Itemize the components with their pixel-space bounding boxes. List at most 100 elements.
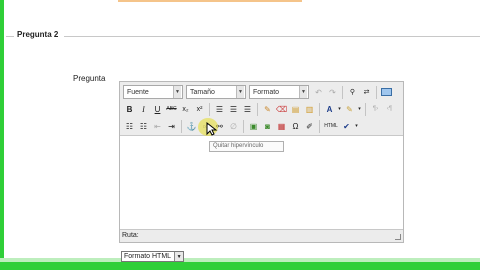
spellcheck-icon: ✔ bbox=[343, 121, 350, 131]
editor-statusbar: Ruta: bbox=[120, 229, 403, 242]
highlight-color-dropdown[interactable]: ▾ bbox=[357, 103, 362, 116]
binoculars-icon: ⚲ bbox=[349, 89, 356, 96]
toolbar-separator bbox=[243, 119, 244, 133]
chevron-down-icon: ▼ bbox=[299, 86, 307, 98]
chevron-down-icon: ▾ bbox=[355, 123, 358, 129]
align-right-button[interactable]: ☰ bbox=[241, 103, 254, 116]
superscript-button[interactable]: x² bbox=[193, 103, 206, 116]
path-label: Ruta: bbox=[122, 232, 139, 239]
toolbar-row-2: B I U ABC x₂ x² ☰ ☰ ☰ ✎ ⌫ ▤ ▥ A ▾ ✎ ▾ ¶›… bbox=[123, 101, 397, 117]
html-editor: Fuente ▼ Tamaño ▼ Formato ▼ ↶ ↷ ⚲ ⇄ B I bbox=[119, 81, 404, 243]
size-select[interactable]: Tamaño ▼ bbox=[186, 85, 246, 99]
outdent-icon: ⇤ bbox=[154, 121, 161, 131]
insert-image-button[interactable]: ▣ bbox=[247, 120, 260, 133]
cleanup-button[interactable]: ∅ bbox=[227, 120, 240, 133]
monitor-icon bbox=[381, 87, 392, 96]
find-button[interactable]: ⚲ bbox=[346, 86, 359, 99]
strikethrough-button[interactable]: ABC bbox=[165, 103, 178, 116]
format-block-select[interactable]: Formato ▼ bbox=[249, 85, 309, 99]
toolbar-separator bbox=[181, 119, 182, 133]
rtl-icon: ‹¶ bbox=[386, 106, 393, 112]
page-bottom-border bbox=[0, 262, 480, 270]
section-legend: Pregunta 2 bbox=[15, 30, 61, 39]
html-source-button[interactable]: HTML bbox=[323, 120, 339, 133]
page-left-border bbox=[0, 0, 4, 270]
toolbar-separator bbox=[319, 119, 320, 133]
chevron-down-icon: ▼ bbox=[173, 86, 181, 98]
toggle-view-button[interactable] bbox=[380, 86, 393, 99]
undo-button[interactable]: ↶ bbox=[312, 86, 325, 99]
spellcheck-dropdown[interactable]: ▾ bbox=[354, 120, 359, 133]
special-char-button[interactable]: Ω bbox=[289, 120, 302, 133]
text-format-select[interactable]: Formato HTML ▼ bbox=[121, 251, 185, 262]
toolbar-separator bbox=[209, 102, 210, 116]
align-left-icon: ☰ bbox=[215, 104, 224, 114]
remove-format-button[interactable]: ⌫ bbox=[275, 103, 288, 116]
toolbar-separator bbox=[376, 85, 377, 99]
redo-button[interactable]: ↷ bbox=[326, 86, 339, 99]
eraser-icon: ⌫ bbox=[275, 104, 288, 114]
numbered-list-button[interactable]: ☷ bbox=[137, 120, 150, 133]
anchor-button[interactable]: ⚓ bbox=[185, 120, 198, 133]
replace-icon: ⇄ bbox=[363, 89, 370, 96]
chevron-down-icon: ▼ bbox=[174, 252, 184, 261]
clipboard-word-icon: ▥ bbox=[305, 104, 314, 114]
subscript-button[interactable]: x₂ bbox=[179, 103, 192, 116]
resize-grip-icon[interactable] bbox=[395, 234, 401, 240]
table-icon: ▦ bbox=[277, 121, 286, 131]
spellcheck-button[interactable]: ✔ bbox=[340, 120, 353, 133]
edit-button[interactable]: ✐ bbox=[303, 120, 316, 133]
align-center-button[interactable]: ☰ bbox=[227, 103, 240, 116]
size-select-value: Tamaño bbox=[190, 88, 215, 96]
align-right-icon: ☰ bbox=[243, 104, 252, 114]
top-accent-bar bbox=[118, 0, 302, 2]
fieldset-border-right bbox=[64, 36, 480, 37]
toolbar-row-1: Fuente ▼ Tamaño ▼ Formato ▼ ↶ ↷ ⚲ ⇄ bbox=[123, 84, 394, 100]
highlight-color-button[interactable]: ✎ bbox=[343, 103, 356, 116]
ltr-icon: ¶› bbox=[372, 106, 379, 112]
underline-button[interactable]: U bbox=[151, 103, 164, 116]
text-format-value: Formato HTML bbox=[124, 253, 172, 260]
insert-media-button[interactable]: ◙ bbox=[261, 120, 274, 133]
chevron-down-icon: ▾ bbox=[358, 106, 361, 112]
indent-button[interactable]: ⇥ bbox=[165, 120, 178, 133]
toolbar-row-3: ☷ ☷ ⇤ ⇥ ⚓ ∞ ⚯ ∅ ▣ ◙ ▦ Ω ✐ HTML ✔ ▾ bbox=[123, 118, 360, 134]
chevron-down-icon: ▼ bbox=[236, 86, 244, 98]
italic-button[interactable]: I bbox=[137, 103, 150, 116]
image-icon: ▣ bbox=[249, 121, 258, 131]
text-color-button[interactable]: A bbox=[323, 103, 336, 116]
toolbar-separator bbox=[257, 102, 258, 116]
outdent-button[interactable]: ⇤ bbox=[151, 120, 164, 133]
fieldset-border-left bbox=[6, 36, 14, 37]
chevron-down-icon: ▾ bbox=[338, 106, 341, 112]
paste-word-button[interactable]: ▥ bbox=[303, 103, 316, 116]
clipboard-icon: ▤ bbox=[291, 104, 300, 114]
paste-text-button[interactable]: ▤ bbox=[289, 103, 302, 116]
redo-icon: ↷ bbox=[329, 87, 336, 97]
highlighter-icon: ✎ bbox=[346, 104, 353, 114]
clean-format-button[interactable]: ✎ bbox=[261, 103, 274, 116]
align-left-button[interactable]: ☰ bbox=[213, 103, 226, 116]
font-select-value: Fuente bbox=[127, 88, 149, 96]
ltr-button[interactable]: ¶› bbox=[369, 103, 382, 116]
text-color-dropdown[interactable]: ▾ bbox=[337, 103, 342, 116]
numbered-list-icon: ☷ bbox=[139, 121, 148, 131]
mouse-pointer-icon bbox=[206, 122, 218, 136]
bold-button[interactable]: B bbox=[123, 103, 136, 116]
media-icon: ◙ bbox=[265, 121, 270, 131]
brush-icon: ✎ bbox=[264, 104, 271, 114]
font-select[interactable]: Fuente ▼ bbox=[123, 85, 183, 99]
replace-button[interactable]: ⇄ bbox=[360, 86, 373, 99]
bullet-list-button[interactable]: ☷ bbox=[123, 120, 136, 133]
format-block-select-value: Formato bbox=[253, 88, 280, 96]
omega-icon: Ω bbox=[292, 121, 299, 131]
anchor-icon: ⚓ bbox=[186, 121, 197, 131]
toolbar-separator bbox=[365, 102, 366, 116]
indent-icon: ⇥ bbox=[168, 121, 175, 131]
insert-table-button[interactable]: ▦ bbox=[275, 120, 288, 133]
question-label: Pregunta bbox=[73, 74, 106, 83]
editor-toolbar: Fuente ▼ Tamaño ▼ Formato ▼ ↶ ↷ ⚲ ⇄ B I bbox=[120, 82, 403, 136]
rtl-button[interactable]: ‹¶ bbox=[383, 103, 396, 116]
toolbar-separator bbox=[342, 85, 343, 99]
font-color-icon: A bbox=[326, 104, 333, 114]
